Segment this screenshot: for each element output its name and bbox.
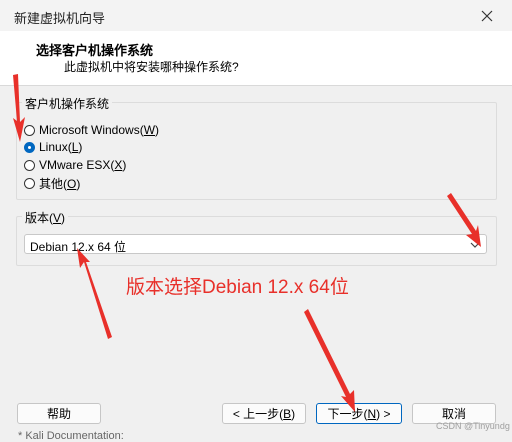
radio-other[interactable]: 其他(O) (24, 175, 80, 191)
os-groupbox (16, 102, 497, 200)
radio-label: Linux(L) (39, 140, 83, 154)
radio-linux[interactable]: Linux(L) (24, 139, 82, 155)
back-button[interactable]: < 上一步(B) (222, 403, 306, 424)
annotation-text: 版本选择Debian 12.x 64位 (126, 277, 349, 298)
radio-button[interactable] (24, 177, 35, 189)
radio-vmware-esx[interactable]: VMware ESX(X) (24, 157, 126, 173)
chevron-down-icon[interactable] (470, 241, 480, 249)
radio-button[interactable] (24, 159, 35, 171)
wizard-header: 选择客户机操作系统 此虚拟机中将安装哪种操作系统? (0, 31, 512, 86)
radio-label: VMware ESX(X) (39, 158, 127, 172)
version-select[interactable]: Debian 12.x 64 位 (24, 234, 487, 254)
watermark: CSDN @Tinyundg (436, 421, 510, 431)
close-icon[interactable] (476, 5, 498, 27)
background-window-text: * Kali Documentation: (18, 430, 124, 442)
help-button[interactable]: 帮助 (17, 403, 101, 424)
page-subtitle: 此虚拟机中将安装哪种操作系统? (64, 60, 239, 74)
os-group-label: 客户机操作系统 (22, 95, 113, 112)
version-select-value: Debian 12.x 64 位 (30, 240, 127, 254)
version-group-label: 版本(V) (22, 209, 69, 226)
radio-button[interactable] (24, 124, 35, 136)
next-button[interactable]: 下一步(N) > (316, 403, 402, 424)
arrow-to-next-icon (304, 309, 355, 412)
page-title: 选择客户机操作系统 (36, 43, 154, 58)
radio-label: Microsoft Windows(W) (39, 123, 160, 137)
radio-label: 其他(O) (39, 176, 81, 191)
radio-button-checked[interactable] (24, 141, 35, 153)
window-title: 新建虚拟机向导 (14, 11, 106, 26)
title-bar: 新建虚拟机向导 (0, 0, 512, 31)
radio-windows[interactable]: Microsoft Windows(W) (24, 122, 159, 138)
